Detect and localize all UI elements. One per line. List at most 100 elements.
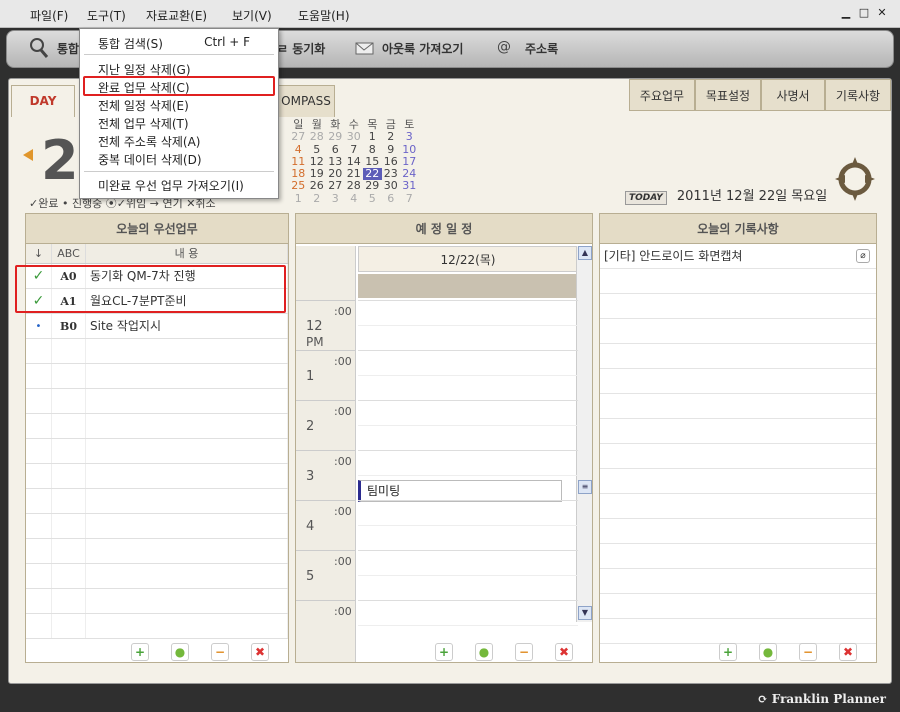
- calendar-day[interactable]: 27: [326, 180, 345, 192]
- search-icon[interactable]: [29, 37, 49, 64]
- complete-icon[interactable]: ●: [171, 643, 189, 661]
- empty-row[interactable]: [600, 619, 876, 644]
- empty-row[interactable]: [26, 439, 288, 464]
- toolbar-address-book-button[interactable]: 주소록: [525, 40, 558, 57]
- toolbar-outlook-import-button[interactable]: 아웃룩 가져오기: [382, 40, 463, 57]
- add-icon[interactable]: +: [435, 643, 453, 661]
- empty-row[interactable]: [600, 369, 876, 394]
- empty-row[interactable]: [26, 464, 288, 489]
- empty-row[interactable]: [600, 494, 876, 519]
- calendar-day[interactable]: 1: [289, 192, 308, 205]
- menu-item-integrated-search[interactable]: 통합 검색(S): [98, 35, 163, 52]
- tab-compass[interactable]: OMPASS: [277, 85, 335, 117]
- empty-row[interactable]: [26, 514, 288, 539]
- calendar-day[interactable]: 29: [363, 180, 382, 192]
- calendar-day[interactable]: 5: [363, 192, 382, 205]
- table-row[interactable]: • B0 Site 작업지시: [26, 314, 288, 339]
- today-button[interactable]: TODAY: [625, 191, 667, 205]
- scroll-down-icon[interactable]: ▼: [578, 606, 592, 620]
- delete-icon[interactable]: ✖: [555, 643, 573, 661]
- menu-help[interactable]: 도움말(H): [298, 7, 350, 24]
- calendar-day[interactable]: 27: [289, 131, 308, 143]
- tab-key-tasks[interactable]: 주요업무: [629, 79, 695, 111]
- attachment-icon[interactable]: ⌀: [856, 249, 870, 263]
- add-icon[interactable]: +: [719, 643, 737, 661]
- calendar-day[interactable]: 28: [345, 180, 364, 192]
- menu-item-delete-all-schedule[interactable]: 전체 일정 삭제(E): [98, 97, 189, 114]
- empty-row[interactable]: [26, 364, 288, 389]
- empty-row[interactable]: [600, 444, 876, 469]
- menu-data-exchange[interactable]: 자료교환(E): [146, 7, 207, 24]
- calendar-day[interactable]: 29: [326, 131, 345, 143]
- calendar-day[interactable]: 26: [308, 180, 327, 192]
- empty-row[interactable]: [26, 489, 288, 514]
- toolbar-search-button[interactable]: 통합: [57, 40, 79, 57]
- menu-tools[interactable]: 도구(T): [87, 7, 126, 24]
- minus-icon[interactable]: −: [515, 643, 533, 661]
- menu-item-delete-duplicates[interactable]: 중복 데이터 삭제(D): [98, 151, 202, 168]
- calendar-day[interactable]: 6: [382, 192, 401, 205]
- minus-icon[interactable]: −: [211, 643, 229, 661]
- in-progress-dot-icon[interactable]: •: [26, 314, 52, 338]
- minimize-icon[interactable]: ▁: [840, 7, 852, 19]
- empty-row[interactable]: [26, 414, 288, 439]
- calendar-day[interactable]: 28: [308, 131, 327, 143]
- prev-day-arrow-icon[interactable]: [23, 149, 33, 161]
- all-day-row[interactable]: [358, 274, 578, 298]
- empty-row[interactable]: [26, 389, 288, 414]
- calendar-day[interactable]: 30: [345, 131, 364, 143]
- empty-row[interactable]: [600, 319, 876, 344]
- close-icon[interactable]: ✕: [876, 7, 888, 19]
- calendar-day[interactable]: 3: [400, 131, 419, 143]
- calendar-day[interactable]: 31: [400, 180, 419, 192]
- task-text[interactable]: Site 작업지시: [86, 314, 288, 338]
- empty-row[interactable]: [600, 344, 876, 369]
- calendar-day[interactable]: 7: [400, 192, 419, 205]
- tab-mission[interactable]: 사명서: [761, 79, 825, 111]
- delete-icon[interactable]: ✖: [839, 643, 857, 661]
- menu-item-import-incomplete-tasks[interactable]: 미완료 우선 업무 가져오기(I): [98, 177, 244, 194]
- calendar-day[interactable]: 30: [382, 180, 401, 192]
- schedule-scrollbar[interactable]: ▲ ≡ ▼: [576, 246, 592, 622]
- menu-item-delete-all-contacts[interactable]: 전체 주소록 삭제(A): [98, 133, 200, 150]
- complete-icon[interactable]: ●: [759, 643, 777, 661]
- calendar-day[interactable]: 4: [345, 192, 364, 205]
- col-abc[interactable]: ABC: [52, 244, 86, 263]
- empty-row[interactable]: [600, 594, 876, 619]
- empty-row[interactable]: [600, 519, 876, 544]
- menu-file[interactable]: 파일(F): [30, 7, 68, 24]
- complete-icon[interactable]: ●: [475, 643, 493, 661]
- menu-view[interactable]: 보기(V): [232, 7, 272, 24]
- empty-row[interactable]: [26, 589, 288, 614]
- menu-item-delete-all-tasks[interactable]: 전체 업무 삭제(T): [98, 115, 189, 132]
- empty-row[interactable]: [600, 419, 876, 444]
- maximize-icon[interactable]: □: [858, 7, 870, 19]
- toolbar-sync-button[interactable]: ㄹ 동기화: [277, 40, 325, 57]
- empty-row[interactable]: [26, 614, 288, 639]
- scroll-thumb[interactable]: ≡: [578, 480, 592, 494]
- record-text[interactable]: [기타] 안드로이드 화면캡쳐: [604, 249, 742, 263]
- compass-icon[interactable]: [835, 155, 875, 201]
- empty-row[interactable]: [600, 544, 876, 569]
- tab-day[interactable]: DAY: [11, 85, 75, 117]
- empty-row[interactable]: [26, 339, 288, 364]
- empty-row[interactable]: [600, 294, 876, 319]
- empty-row[interactable]: [600, 569, 876, 594]
- empty-row[interactable]: [600, 394, 876, 419]
- delete-icon[interactable]: ✖: [251, 643, 269, 661]
- calendar-day[interactable]: 25: [289, 180, 308, 192]
- calendar-day[interactable]: 2: [308, 192, 327, 205]
- tab-records[interactable]: 기록사항: [825, 79, 891, 111]
- tab-goals[interactable]: 목표설정: [695, 79, 761, 111]
- empty-row[interactable]: [26, 564, 288, 589]
- empty-row[interactable]: [26, 539, 288, 564]
- empty-row[interactable]: [600, 469, 876, 494]
- scroll-up-icon[interactable]: ▲: [578, 246, 592, 260]
- minus-icon[interactable]: −: [799, 643, 817, 661]
- col-order[interactable]: ↓: [26, 244, 52, 263]
- calendar-day[interactable]: 3: [326, 192, 345, 205]
- calendar-day[interactable]: 2: [382, 131, 401, 143]
- calendar-day[interactable]: 1: [363, 131, 382, 143]
- empty-row[interactable]: [600, 269, 876, 294]
- list-item[interactable]: [기타] 안드로이드 화면캡쳐 ⌀: [600, 244, 876, 269]
